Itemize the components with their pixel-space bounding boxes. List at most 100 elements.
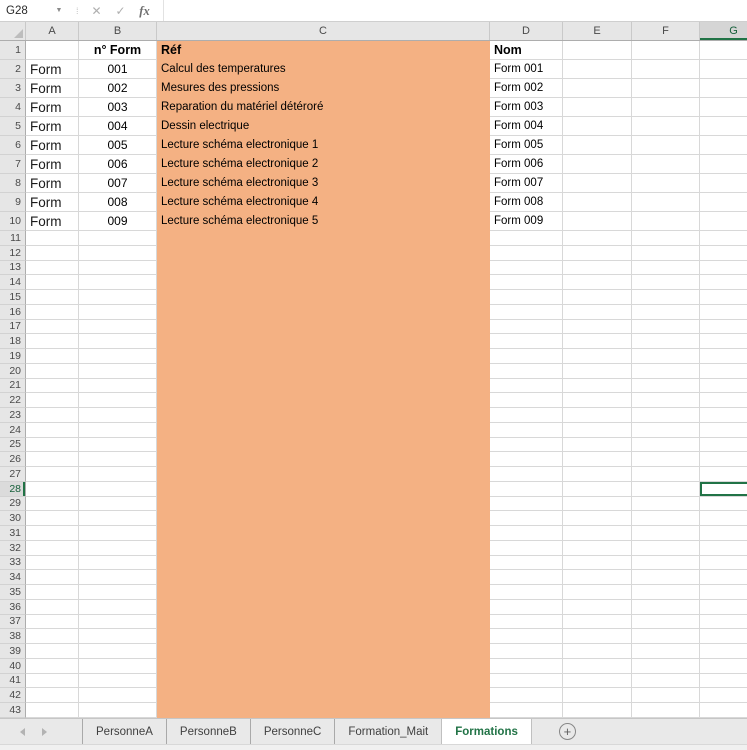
cell-E11[interactable] <box>563 231 632 246</box>
sheet-tab-personneb[interactable]: PersonneB <box>165 719 250 744</box>
cell-C17[interactable] <box>157 319 490 335</box>
cell-E5[interactable] <box>563 117 632 136</box>
cell-E3[interactable] <box>563 79 632 98</box>
cell-A9[interactable]: Form <box>26 193 79 212</box>
cell-D40[interactable] <box>490 658 563 674</box>
cell-A2[interactable]: Form <box>26 60 79 79</box>
cell-D33[interactable] <box>490 555 563 571</box>
cell-E9[interactable] <box>563 193 632 212</box>
cell-F30[interactable] <box>632 511 700 526</box>
row-header-27[interactable]: 27 <box>0 467 26 482</box>
row-header-36[interactable]: 36 <box>0 599 26 615</box>
row-header-11[interactable]: 11 <box>0 231 26 246</box>
cell-A12[interactable] <box>26 245 79 261</box>
cell-A33[interactable] <box>26 555 79 571</box>
cell-A15[interactable] <box>26 290 79 305</box>
cell-F13[interactable] <box>632 260 700 276</box>
cell-F11[interactable] <box>632 231 700 246</box>
cell-B12[interactable] <box>79 245 157 261</box>
cell-E41[interactable] <box>563 673 632 689</box>
cell-E39[interactable] <box>563 644 632 659</box>
cell-A23[interactable] <box>26 408 79 423</box>
cell-A30[interactable] <box>26 511 79 526</box>
cell-B40[interactable] <box>79 658 157 674</box>
cell-E29[interactable] <box>563 496 632 512</box>
cell-F39[interactable] <box>632 644 700 659</box>
cell-E18[interactable] <box>563 334 632 349</box>
cell-B16[interactable] <box>79 304 157 320</box>
cell-E20[interactable] <box>563 363 632 379</box>
cell-E10[interactable] <box>563 212 632 231</box>
row-header-43[interactable]: 43 <box>0 703 26 718</box>
cell-E17[interactable] <box>563 319 632 335</box>
cell-A6[interactable]: Form <box>26 136 79 155</box>
cell-D11[interactable] <box>490 231 563 246</box>
cell-F35[interactable] <box>632 585 700 600</box>
cell-A32[interactable] <box>26 540 79 556</box>
cell-D15[interactable] <box>490 290 563 305</box>
cell-B31[interactable] <box>79 526 157 541</box>
cell-D31[interactable] <box>490 526 563 541</box>
cell-C24[interactable] <box>157 422 490 438</box>
cell-B13[interactable] <box>79 260 157 276</box>
row-header-4[interactable]: 4 <box>0 98 26 117</box>
cell-G31[interactable] <box>700 526 747 541</box>
cell-G20[interactable] <box>700 363 747 379</box>
cell-B39[interactable] <box>79 644 157 659</box>
cell-E35[interactable] <box>563 585 632 600</box>
cell-E40[interactable] <box>563 658 632 674</box>
row-header-32[interactable]: 32 <box>0 540 26 556</box>
cell-B9[interactable]: 008 <box>79 193 157 212</box>
cell-G10[interactable] <box>700 212 747 231</box>
cell-D17[interactable] <box>490 319 563 335</box>
cell-G16[interactable] <box>700 304 747 320</box>
cell-F27[interactable] <box>632 467 700 482</box>
cell-A36[interactable] <box>26 599 79 615</box>
cell-B26[interactable] <box>79 452 157 467</box>
cell-B17[interactable] <box>79 319 157 335</box>
cell-E28[interactable] <box>563 481 632 497</box>
cell-G39[interactable] <box>700 644 747 659</box>
cell-G30[interactable] <box>700 511 747 526</box>
cell-E37[interactable] <box>563 614 632 630</box>
cell-G7[interactable] <box>700 155 747 174</box>
cell-C43[interactable] <box>157 703 490 718</box>
cell-B29[interactable] <box>79 496 157 512</box>
cell-B35[interactable] <box>79 585 157 600</box>
cell-A18[interactable] <box>26 334 79 349</box>
cell-D32[interactable] <box>490 540 563 556</box>
cell-D27[interactable] <box>490 467 563 482</box>
cell-A11[interactable] <box>26 231 79 246</box>
name-box-dropdown-icon[interactable]: ▼ <box>52 7 66 14</box>
cell-C16[interactable] <box>157 304 490 320</box>
cell-E34[interactable] <box>563 570 632 585</box>
enter-icon[interactable]: ✓ <box>109 1 133 21</box>
cell-G14[interactable] <box>700 275 747 290</box>
row-header-21[interactable]: 21 <box>0 378 26 394</box>
cell-D43[interactable] <box>490 703 563 718</box>
cell-D18[interactable] <box>490 334 563 349</box>
cell-G21[interactable] <box>700 378 747 394</box>
cell-E36[interactable] <box>563 599 632 615</box>
cell-D5[interactable]: Form 004 <box>490 117 563 136</box>
row-header-2[interactable]: 2 <box>0 60 26 79</box>
cell-B19[interactable] <box>79 349 157 364</box>
row-header-12[interactable]: 12 <box>0 245 26 261</box>
cell-E22[interactable] <box>563 393 632 408</box>
cell-G43[interactable] <box>700 703 747 718</box>
column-header-d[interactable]: D <box>490 22 563 40</box>
row-header-34[interactable]: 34 <box>0 570 26 585</box>
cell-F8[interactable] <box>632 174 700 193</box>
cell-F33[interactable] <box>632 555 700 571</box>
row-header-42[interactable]: 42 <box>0 688 26 703</box>
cell-A41[interactable] <box>26 673 79 689</box>
cell-D1[interactable]: Nom <box>490 41 563 60</box>
cell-G32[interactable] <box>700 540 747 556</box>
cell-D29[interactable] <box>490 496 563 512</box>
cell-D34[interactable] <box>490 570 563 585</box>
cell-C34[interactable] <box>157 570 490 585</box>
cell-G3[interactable] <box>700 79 747 98</box>
cell-B43[interactable] <box>79 703 157 718</box>
cell-F32[interactable] <box>632 540 700 556</box>
cell-E42[interactable] <box>563 688 632 703</box>
